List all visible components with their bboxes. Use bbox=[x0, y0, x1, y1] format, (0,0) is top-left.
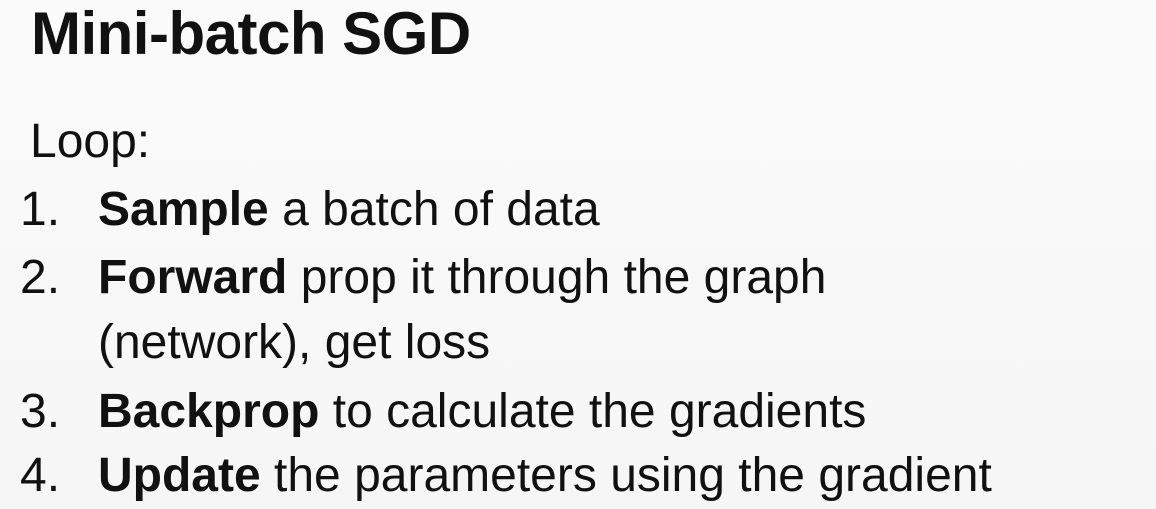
list-item-continuation: (network), get loss bbox=[98, 316, 491, 369]
list-item-text: to calculate the gradients bbox=[319, 385, 867, 438]
list-item-text: the parameters using the gradient bbox=[260, 449, 992, 502]
list-item-number: 4. bbox=[20, 449, 61, 502]
list-item-number: 3. bbox=[20, 385, 61, 438]
list-item-keyword: Forward bbox=[98, 251, 288, 304]
list-item-keyword: Backprop bbox=[98, 385, 320, 438]
loop-label: Loop: bbox=[30, 115, 151, 168]
list-item-sample: 1. Sample a batch of data bbox=[20, 186, 600, 234]
slide-title: Mini-batch SGD bbox=[31, 0, 471, 67]
list-item-keyword: Update bbox=[98, 449, 261, 502]
slide: Mini-batch SGD Loop: 1. Sample a batch of… bbox=[0, 0, 1156, 509]
list-item-update: 4. Update the parameters using the gradie… bbox=[20, 452, 992, 500]
list-item-text: prop it through the graph bbox=[287, 251, 827, 304]
list-item-backprop: 3. Backprop to calculate the gradients bbox=[20, 388, 866, 436]
list-item-number: 1. bbox=[20, 183, 61, 236]
list-item-forward: 2. Forward prop it through the graph bbox=[20, 254, 826, 302]
list-item-text: a batch of data bbox=[268, 183, 600, 236]
list-item-number: 2. bbox=[20, 251, 61, 304]
list-item-keyword: Sample bbox=[98, 183, 269, 236]
